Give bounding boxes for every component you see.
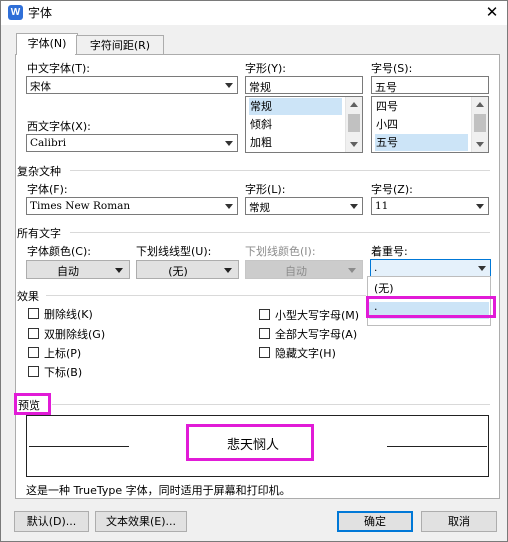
list-item[interactable]: 四号	[375, 98, 468, 115]
section-divider	[70, 170, 490, 171]
hidden-text-checkbox[interactable]	[259, 347, 270, 358]
complex-size-value: 11	[375, 200, 389, 212]
chevron-down-icon	[476, 204, 484, 209]
superscript-checkbox[interactable]	[28, 347, 39, 358]
dialog-title: 字体	[28, 6, 53, 20]
font-style-input[interactable]: 常规	[245, 76, 363, 94]
chevron-down-icon	[478, 266, 486, 271]
subscript-checkbox[interactable]	[28, 366, 39, 377]
complex-size-select[interactable]: 11	[371, 197, 489, 215]
double-strikethrough-label: 双删除线(G)	[44, 328, 106, 341]
chevron-down-icon	[224, 268, 232, 273]
chevron-down-icon	[348, 268, 356, 273]
list-item[interactable]: 常规	[249, 98, 342, 115]
small-caps-checkbox[interactable]	[259, 309, 270, 320]
western-font-value: Calibri	[30, 137, 67, 149]
scrollbar[interactable]	[471, 97, 488, 152]
list-item[interactable]: 加粗	[249, 134, 342, 151]
underline-color-value: 自动	[285, 265, 307, 278]
strikethrough-label: 删除线(K)	[44, 308, 93, 321]
complex-size-label: 字号(Z):	[371, 183, 413, 196]
scroll-thumb[interactable]	[348, 114, 360, 132]
chinese-font-label: 中文字体(T):	[27, 62, 91, 75]
complex-font-label: 字体(F):	[27, 183, 68, 196]
western-font-select[interactable]: Calibri	[26, 134, 238, 152]
scroll-up-icon[interactable]	[476, 102, 484, 107]
chevron-down-icon	[115, 268, 123, 273]
double-strikethrough-checkbox[interactable]	[28, 328, 39, 339]
font-color-value: 自动	[57, 265, 79, 278]
scroll-down-icon[interactable]	[476, 142, 484, 147]
complex-style-value: 常规	[249, 202, 270, 214]
scroll-down-icon[interactable]	[350, 142, 358, 147]
highlight-annotation	[366, 296, 496, 318]
close-icon[interactable]: ✕	[482, 2, 502, 22]
baseline-right	[387, 446, 487, 447]
chevron-down-icon	[350, 204, 358, 209]
list-item[interactable]: 五号	[375, 134, 468, 151]
emphasis-mark-value: .	[374, 262, 378, 274]
underline-color-label: 下划线颜色(I):	[245, 245, 316, 258]
tab-character-spacing[interactable]: 字符间距(R)	[76, 35, 164, 55]
highlight-annotation	[186, 424, 314, 461]
font-size-list[interactable]: 四号 小四 五号	[371, 96, 489, 153]
complex-script-heading: 复杂文种	[17, 165, 61, 178]
complex-font-select[interactable]: Times New Roman	[26, 197, 238, 215]
font-size-input[interactable]: 五号	[371, 76, 489, 94]
underline-type-dropdown[interactable]: (无)	[136, 260, 239, 279]
chevron-down-icon	[225, 83, 233, 88]
all-caps-checkbox[interactable]	[259, 328, 270, 339]
chevron-down-icon	[225, 141, 233, 146]
font-size-label: 字号(S):	[371, 62, 413, 75]
list-item[interactable]: 小四	[375, 116, 468, 133]
all-text-heading: 所有文字	[17, 227, 61, 240]
underline-type-value: (无)	[168, 265, 188, 278]
scroll-thumb[interactable]	[474, 114, 486, 132]
preview-heading: 预览	[18, 399, 40, 412]
emphasis-option-none[interactable]: (无)	[374, 280, 394, 296]
subscript-label: 下标(B)	[44, 366, 83, 379]
underline-color-dropdown: 自动	[245, 260, 363, 279]
scroll-up-icon[interactable]	[350, 102, 358, 107]
default-button[interactable]: 默认(D)...	[14, 511, 89, 532]
font-style-label: 字形(Y):	[245, 62, 287, 75]
font-color-dropdown[interactable]: 自动	[26, 260, 130, 279]
emphasis-mark-label: 着重号:	[371, 245, 408, 258]
chevron-down-icon	[225, 204, 233, 209]
active-tab-joiner	[17, 52, 75, 56]
complex-style-label: 字形(L):	[245, 183, 286, 196]
ok-button[interactable]: 确定	[337, 511, 413, 532]
complex-style-select[interactable]: 常规	[245, 197, 363, 215]
section-divider	[46, 295, 366, 296]
western-font-label: 西文字体(X):	[27, 120, 91, 133]
section-divider	[70, 232, 490, 233]
text-effects-button[interactable]: 文本效果(E)...	[95, 511, 187, 532]
list-item[interactable]: 倾斜	[249, 116, 342, 133]
underline-type-label: 下划线线型(U):	[136, 245, 212, 258]
section-divider	[52, 404, 490, 405]
wps-writer-icon: W	[8, 5, 23, 20]
effects-heading: 效果	[17, 290, 39, 303]
cancel-button[interactable]: 取消	[421, 511, 497, 532]
font-color-label: 字体颜色(C):	[27, 245, 91, 258]
small-caps-label: 小型大写字母(M)	[275, 309, 360, 322]
all-caps-label: 全部大写字母(A)	[275, 328, 358, 341]
hidden-text-label: 隐藏文字(H)	[275, 347, 336, 360]
font-style-list[interactable]: 常规 倾斜 加粗	[245, 96, 363, 153]
complex-font-value: Times New Roman	[30, 200, 131, 212]
chinese-font-value: 宋体	[30, 81, 51, 93]
font-type-note: 这是一种 TrueType 字体，同时适用于屏幕和打印机。	[26, 484, 291, 497]
chinese-font-select[interactable]: 宋体	[26, 76, 238, 94]
superscript-label: 上标(P)	[44, 347, 82, 360]
baseline-left	[29, 446, 129, 447]
scrollbar[interactable]	[345, 97, 362, 152]
strikethrough-checkbox[interactable]	[28, 308, 39, 319]
title-bar	[1, 1, 507, 25]
